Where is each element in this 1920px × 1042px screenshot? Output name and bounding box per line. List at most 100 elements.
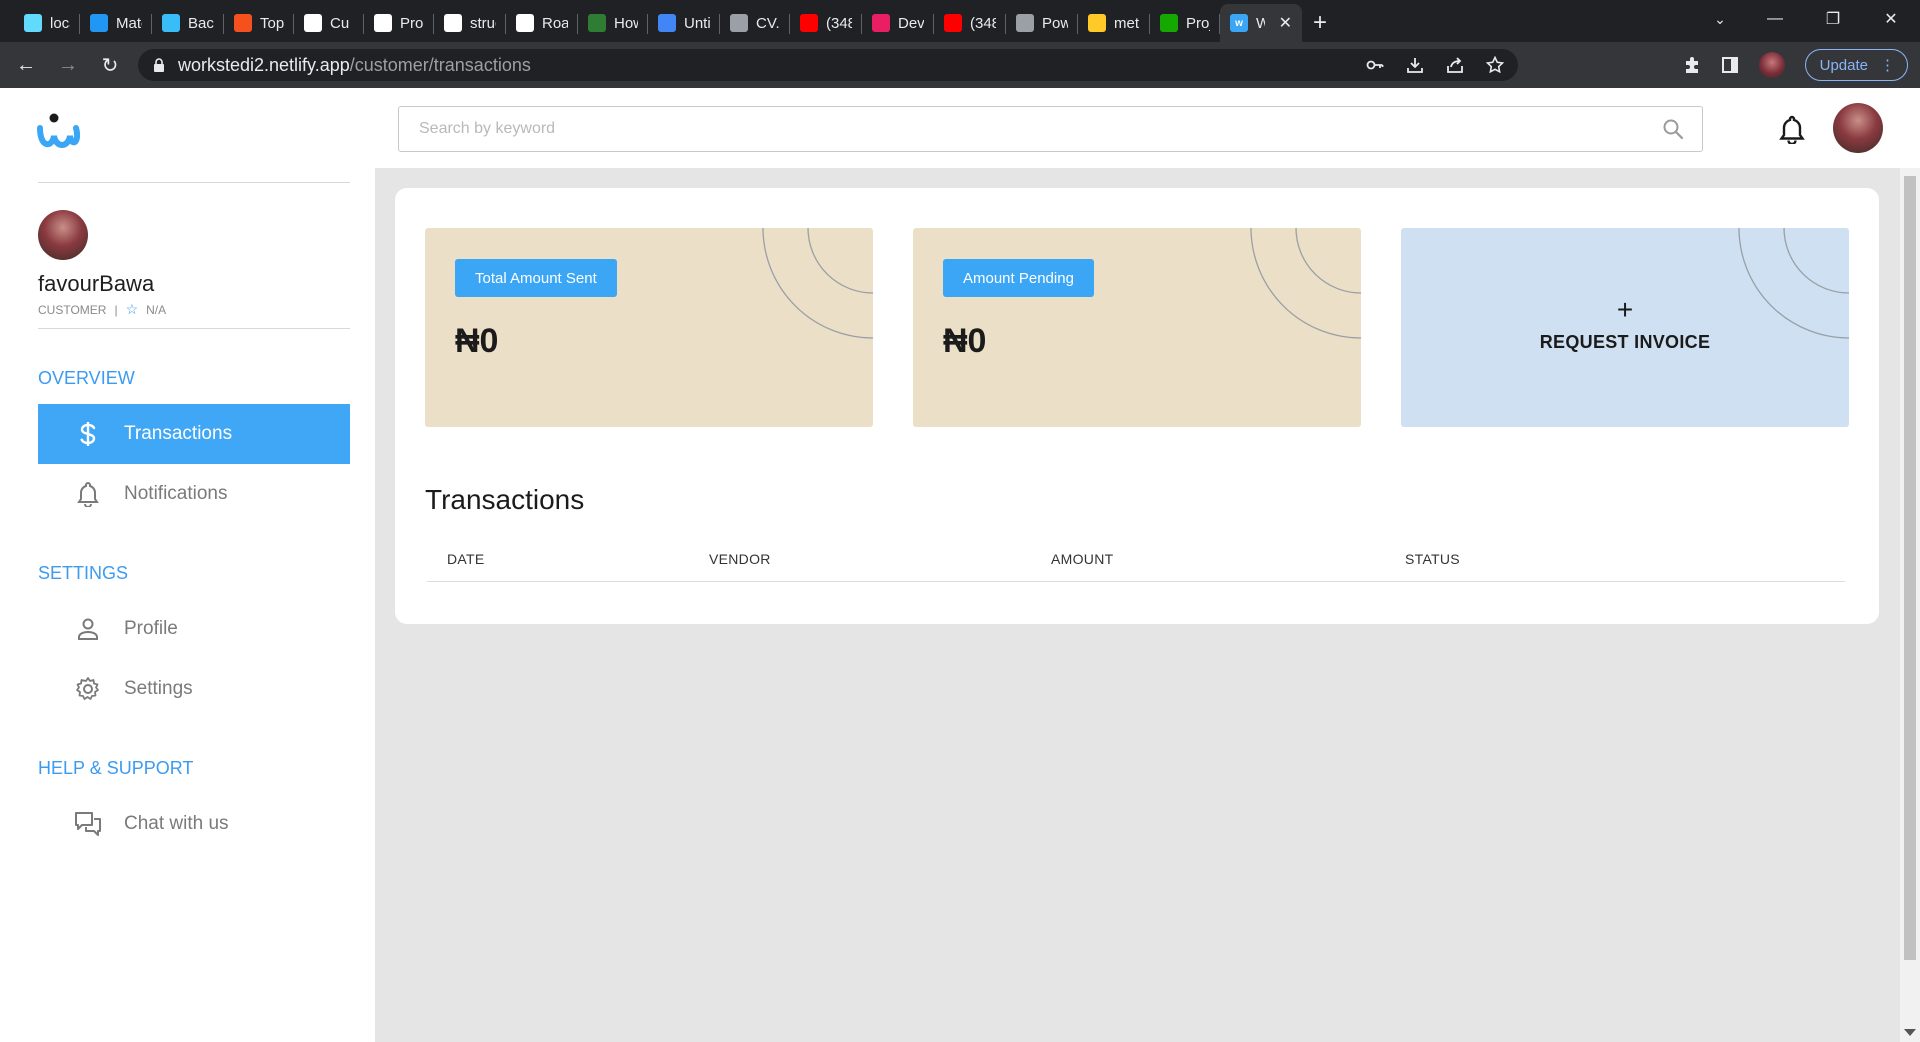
bookmark-star-icon[interactable] — [1486, 56, 1504, 74]
column-amount[interactable]: AMOUNT — [1051, 551, 1113, 567]
sidebar-item-chat[interactable]: Chat with us — [38, 794, 350, 854]
browser-tab[interactable]: Proje — [1150, 4, 1220, 42]
decorative-arcs — [1250, 228, 1361, 339]
sidebar-item-profile[interactable]: Profile — [38, 599, 350, 659]
tab-search-icon[interactable]: ⌄ — [1700, 0, 1740, 38]
sidebar-item-label: Transactions — [124, 423, 233, 444]
browser-tab-label: Road — [542, 14, 568, 32]
browser-tab-bar: localh Mater Backg Top S Cu 22 Propo strucs Roa… — [0, 0, 1920, 42]
docs-icon — [658, 14, 676, 32]
browser-tab[interactable]: Mater — [80, 4, 152, 42]
main-content: Total Amount Sent ₦0 Amount Pending ₦0 +… — [375, 168, 1900, 1042]
browser-tab-label: Backg — [188, 14, 214, 32]
page-title: Transactions — [425, 484, 585, 515]
browser-tab[interactable]: (3483 — [934, 4, 1006, 42]
request-invoice-label: REQUEST INVOICE — [1539, 332, 1711, 352]
column-status[interactable]: STATUS — [1405, 551, 1460, 567]
install-icon[interactable] — [1406, 56, 1424, 74]
close-window-icon[interactable]: ✕ — [1862, 0, 1920, 38]
browser-tab[interactable]: Top S — [224, 4, 294, 42]
browser-tab[interactable]: (3483 — [790, 4, 862, 42]
key-icon[interactable] — [1366, 56, 1384, 74]
dp-icon — [588, 14, 606, 32]
browser-tab[interactable]: strucs — [434, 4, 506, 42]
toolbar-right: Update ⋮ — [1683, 42, 1908, 88]
share-icon[interactable] — [1446, 56, 1464, 74]
column-date[interactable]: DATE — [447, 551, 485, 567]
tab-strip: localh Mater Backg Top S Cu 22 Propo strucs Roa… — [0, 4, 1338, 42]
sidebar: favourBawa CUSTOMER | ☆ N/A OVERVIEW Tra… — [0, 88, 375, 1042]
side-panel-icon[interactable] — [1721, 56, 1739, 74]
avatar[interactable] — [38, 210, 88, 260]
browser-tab-label: Proje — [1186, 14, 1210, 32]
total-sent-card: Total Amount Sent ₦0 — [425, 228, 873, 427]
github-icon — [304, 14, 322, 32]
scroll-down-arrow-icon[interactable] — [1904, 1029, 1916, 1036]
browser-tab-label: (3483 — [970, 14, 996, 32]
youtube-icon — [944, 14, 962, 32]
worksted-logo-icon[interactable] — [36, 112, 80, 152]
user-avatar[interactable] — [1833, 103, 1883, 153]
omnibox-actions — [1366, 49, 1504, 81]
sidebar-item-settings[interactable]: Settings — [38, 659, 350, 719]
browser-tab[interactable]: Devel — [862, 4, 934, 42]
youtube-icon — [800, 14, 818, 32]
orange-circle-icon — [234, 14, 252, 32]
role-label: CUSTOMER — [38, 302, 107, 317]
update-label: Update — [1819, 56, 1868, 74]
browser-tab[interactable]: Untitl — [648, 4, 720, 42]
browser-tab[interactable]: How — [578, 4, 648, 42]
request-invoice-button[interactable]: + REQUEST INVOICE — [1401, 228, 1849, 427]
browser-tab-label: Power — [1042, 14, 1068, 32]
sidebar-item-label: Notifications — [124, 483, 228, 504]
browser-tab-active[interactable]: w W ✕ — [1220, 4, 1302, 42]
forward-icon[interactable]: → — [52, 49, 84, 81]
scrollbar-thumb[interactable] — [1904, 176, 1916, 960]
amount-pending-card: Amount Pending ₦0 — [913, 228, 1361, 427]
back-icon[interactable]: ← — [10, 49, 42, 81]
address-bar[interactable]: workstedi2.netlify.app/customer/transact… — [138, 49, 1518, 81]
browser-tab-label: Untitl — [684, 14, 710, 32]
url-path: /customer/transactions — [349, 54, 531, 75]
update-button[interactable]: Update ⋮ — [1804, 49, 1908, 81]
browser-tab[interactable]: Cu 22 — [294, 4, 364, 42]
minimize-icon[interactable]: — — [1746, 0, 1804, 38]
column-vendor[interactable]: VENDOR — [709, 551, 771, 567]
new-tab-button[interactable]: + — [1302, 4, 1338, 42]
section-help: HELP & SUPPORT — [38, 758, 194, 778]
browser-tab[interactable]: Road — [506, 4, 578, 42]
reload-icon[interactable]: ↻ — [94, 49, 126, 81]
close-tab-icon[interactable]: ✕ — [1279, 13, 1292, 33]
browser-tab[interactable]: metro — [1078, 4, 1150, 42]
browser-profile-avatar[interactable] — [1758, 52, 1785, 78]
amount-pending-value: ₦0 — [943, 322, 987, 360]
browser-tab[interactable]: Backg — [152, 4, 224, 42]
page-scrollbar[interactable] — [1900, 168, 1920, 1042]
sidebar-item-label: Chat with us — [124, 813, 229, 834]
browser-tab-label: Devel — [898, 14, 924, 32]
browser-tab-label: W — [1256, 14, 1265, 32]
upwork-icon — [1160, 14, 1178, 32]
search-icon[interactable] — [1662, 118, 1684, 140]
star-icon: ☆ — [125, 301, 139, 317]
role-separator: | — [114, 302, 118, 317]
browser-tab[interactable]: localh — [14, 4, 80, 42]
sidebar-item-notifications[interactable]: Notifications — [38, 464, 350, 524]
notification-bell-icon[interactable] — [1778, 114, 1806, 144]
restore-icon[interactable]: ❐ — [1804, 0, 1862, 38]
search-box — [398, 106, 1703, 152]
sidebar-divider — [38, 328, 350, 329]
section-settings: SETTINGS — [38, 563, 129, 583]
extensions-icon[interactable] — [1683, 56, 1701, 74]
amount-pending-label: Amount Pending — [943, 259, 1094, 297]
dollar-icon — [64, 414, 112, 454]
browser-tab-label: metro — [1114, 14, 1140, 32]
sidebar-item-transactions[interactable]: Transactions — [38, 404, 350, 464]
search-input[interactable] — [399, 107, 1702, 151]
browser-tab[interactable]: Propo — [364, 4, 434, 42]
browser-tab[interactable]: Power — [1006, 4, 1078, 42]
browser-tab[interactable]: CV.pd — [720, 4, 790, 42]
total-sent-label: Total Amount Sent — [455, 259, 617, 297]
transactions-panel: Total Amount Sent ₦0 Amount Pending ₦0 +… — [395, 188, 1879, 624]
username: favourBawa — [38, 271, 155, 296]
